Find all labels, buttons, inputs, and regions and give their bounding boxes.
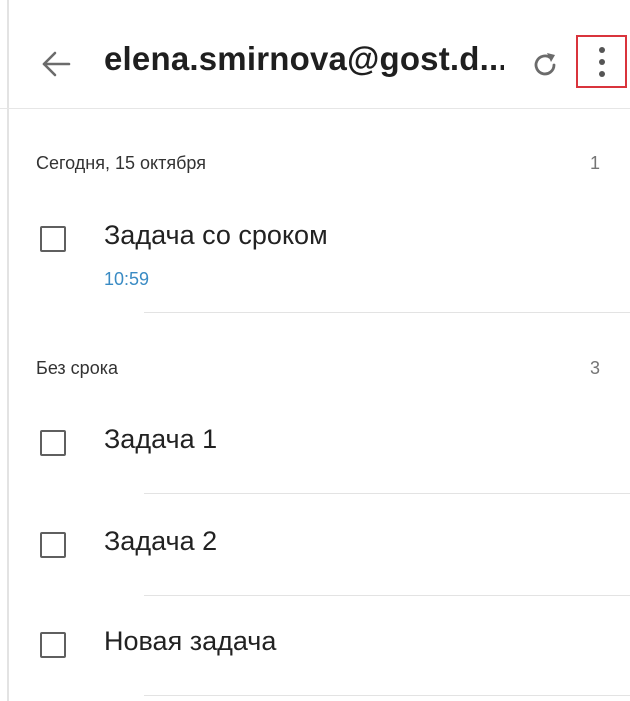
task-item[interactable]: Задача со сроком 10:59: [0, 214, 630, 314]
section-header-today: Сегодня, 15 октября 1: [36, 153, 616, 174]
task-item[interactable]: Задача 1: [0, 420, 630, 490]
task-item[interactable]: Новая задача: [0, 622, 630, 692]
refresh-icon: [534, 53, 556, 76]
more-options-button[interactable]: [576, 35, 627, 88]
task-title: Задача со сроком: [104, 220, 328, 250]
more-vertical-icon-dot: [598, 70, 605, 77]
task-list-screen: elena.smirnova@gost.d... Сегодня, 15 окт…: [0, 0, 630, 701]
task-checkbox[interactable]: [40, 226, 66, 252]
section-header-no-due: Без срока 3: [36, 358, 616, 379]
section-count: 1: [589, 153, 600, 173]
task-checkbox[interactable]: [40, 430, 66, 456]
divider: [144, 312, 630, 313]
arrow-left-icon: [42, 51, 71, 77]
app-header: elena.smirnova@gost.d...: [0, 0, 630, 109]
divider: [144, 595, 630, 596]
divider: [144, 493, 630, 494]
task-title: Новая задача: [104, 626, 277, 656]
account-title: elena.smirnova@gost.d...: [104, 40, 504, 77]
more-vertical-icon-dot: [598, 58, 605, 65]
task-title: Задача 1: [104, 424, 218, 454]
section-count: 3: [589, 358, 600, 378]
back-button[interactable]: [36, 44, 76, 84]
divider: [144, 695, 630, 696]
task-checkbox[interactable]: [40, 532, 66, 558]
task-checkbox[interactable]: [40, 632, 66, 658]
section-label: Сегодня, 15 октября: [36, 153, 206, 173]
refresh-button[interactable]: [528, 48, 562, 82]
more-vertical-icon: [598, 46, 605, 53]
task-title: Задача 2: [104, 526, 218, 556]
section-label: Без срока: [36, 358, 118, 378]
task-item[interactable]: Задача 2: [0, 522, 630, 592]
task-due-time: 10:59: [104, 269, 150, 289]
